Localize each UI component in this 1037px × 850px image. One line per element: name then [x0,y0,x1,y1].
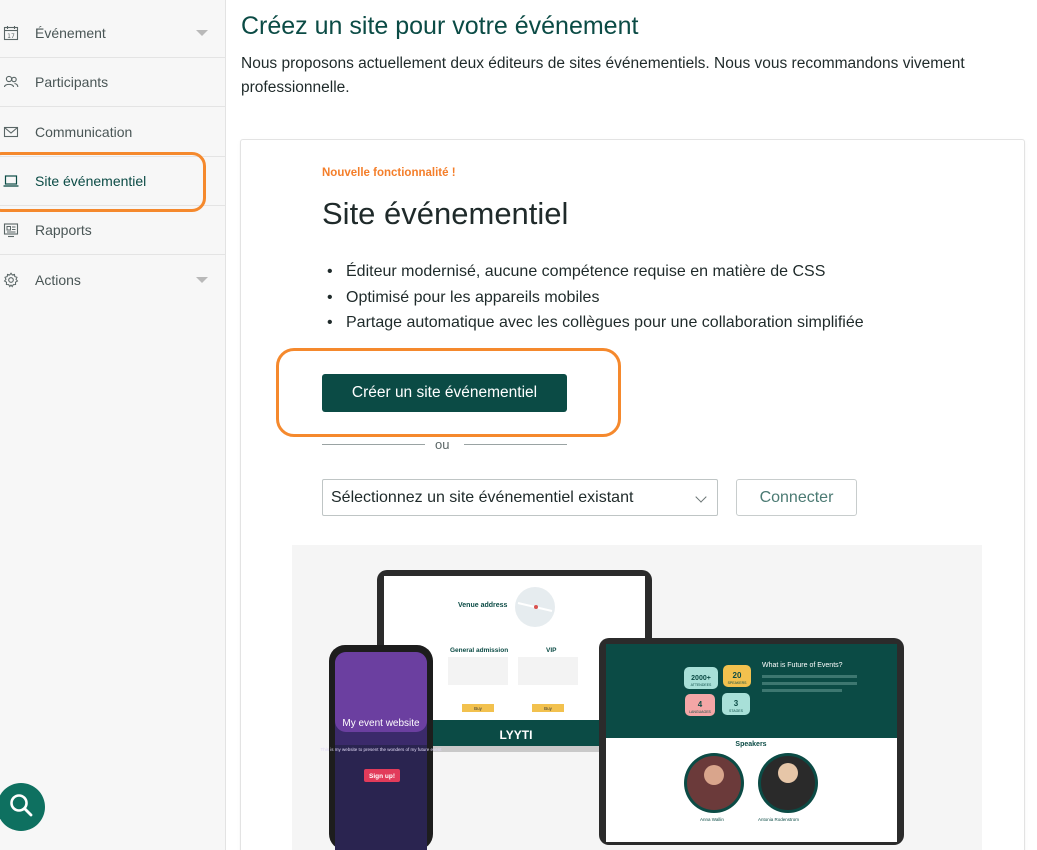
venue-title: Venue address [458,602,508,609]
report-icon [3,222,19,238]
vip-title: VIP [546,647,557,654]
phone-title: My event website [342,718,420,729]
sidebar-item-rapports[interactable]: Rapports [0,206,226,255]
sidebar-item-label: Rapports [35,222,92,238]
envelope-icon [3,124,19,140]
stat-value: 4 [698,700,703,709]
speaker-name: Antonia Rodenstrom [758,817,799,822]
buy-label: Buy [474,706,483,711]
future-title: What is Future of Events? [762,662,843,669]
page-description-line: Nous proposons actuellement deux éditeur… [241,55,965,72]
calendar-icon: 17 [3,25,19,41]
or-label: ou [435,437,450,452]
chevron-down-icon [695,491,707,503]
page-title: Créez un site pour votre événement [241,12,639,40]
stat-value: 2000+ [691,675,711,682]
search-icon [7,791,35,824]
sidebar-item-communication[interactable]: Communication [0,108,226,157]
device-mockup-illustration: LYYTI Venue address General admission VI… [292,545,982,850]
stat-label: LANGUAGES [689,710,711,714]
feature-item: Éditeur modernisé, aucune compétence req… [325,259,864,285]
phone-cta: Sign up! [369,773,395,780]
divider [464,444,567,445]
sidebar-item-label: Communication [35,124,133,140]
divider [322,444,425,445]
stat-label: SPEAKERS [728,681,748,685]
feature-item: Optimisé pour les appareils mobiles [325,285,864,311]
sidebar-item-participants[interactable]: Participants [0,58,226,107]
highlight-annotation [0,152,206,212]
sidebar-item-label: Participants [35,74,109,90]
page-description: Nous proposons actuellement deux éditeur… [241,52,1037,100]
stat-value: 3 [734,699,739,708]
gear-icon [3,271,19,288]
sidebar-item-actions[interactable]: Actions [0,255,226,304]
brand-text: LYYTI [500,728,533,742]
highlight-annotation [276,348,621,437]
sidebar-item-label: Actions [35,271,81,288]
people-icon [3,74,19,90]
general-admission-title: General admission [450,647,508,654]
new-feature-tag: Nouvelle fonctionnalité ! [322,167,456,179]
sidebar: 17 Événement Participants Communication … [0,0,226,850]
buy-label: Buy [544,706,553,711]
speaker-name: Anna Wallin [700,817,724,822]
page-description-line: professionnelle. [241,79,350,96]
connect-button[interactable]: Connecter [736,479,857,516]
stat-label: ATTENDEES [691,683,712,687]
chevron-down-icon [196,276,208,283]
feature-item: Partage automatique avec les collègues p… [325,310,864,336]
feature-list: Éditeur modernisé, aucune compétence req… [325,259,864,336]
stat-value: 20 [733,671,742,680]
card-title: Site événementiel [322,196,569,231]
select-value: Sélectionnez un site événementiel exista… [331,488,634,506]
chevron-down-icon [196,30,208,36]
existing-site-select[interactable]: Sélectionnez un site événementiel exista… [322,479,718,516]
svg-text:17: 17 [7,33,15,40]
sidebar-item-label: Événement [35,25,106,41]
phone-subtitle: This is my website to present the wonder… [320,747,442,752]
sidebar-item-evenement[interactable]: 17 Événement [0,9,226,58]
stat-label: STAGES [729,709,744,713]
speakers-title: Speakers [735,741,766,748]
